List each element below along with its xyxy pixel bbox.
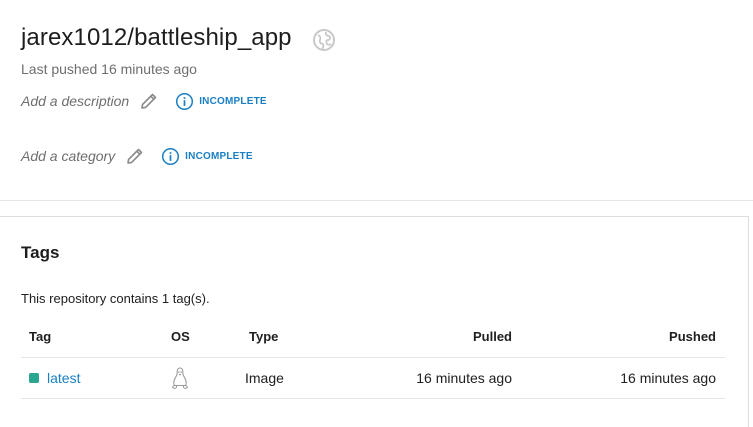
category-row: Add a category INCOMPLETE [21, 145, 253, 167]
edit-category-pencil-icon[interactable] [125, 146, 145, 166]
column-header-pulled[interactable]: Pulled [473, 329, 512, 344]
table-header-divider [21, 357, 725, 358]
table-row-divider [21, 398, 725, 399]
description-row: Add a description INCOMPLETE [21, 90, 267, 112]
last-pushed-text: Last pushed 16 minutes ago [21, 61, 197, 77]
description-status-label: INCOMPLETE [199, 95, 267, 107]
description-incomplete-badge[interactable]: INCOMPLETE [175, 92, 267, 111]
repository-header: jarex1012/battleship_app Last pushed 16 … [0, 0, 753, 201]
description-placeholder: Add a description [21, 93, 130, 109]
tag-link-latest[interactable]: latest [47, 370, 80, 386]
category-status-label: INCOMPLETE [185, 150, 253, 162]
info-icon [176, 92, 194, 110]
info-icon [162, 147, 180, 165]
repository-name: jarex1012/battleship_app [21, 24, 292, 51]
tags-panel [0, 216, 749, 427]
category-placeholder: Add a category [21, 148, 116, 164]
globe-icon [313, 29, 335, 51]
tags-count-text: This repository contains 1 tag(s). [21, 291, 210, 306]
column-header-type[interactable]: Type [249, 329, 278, 344]
tag-status-dot [29, 373, 39, 383]
tags-title: Tags [21, 243, 60, 262]
column-header-tag[interactable]: Tag [29, 329, 51, 344]
tag-pushed-cell: 16 minutes ago [620, 370, 716, 386]
column-header-pushed[interactable]: Pushed [669, 329, 716, 344]
category-incomplete-badge[interactable]: INCOMPLETE [161, 147, 253, 166]
tag-type-cell: Image [245, 370, 284, 386]
edit-description-pencil-icon[interactable] [139, 91, 159, 111]
tag-pulled-cell: 16 minutes ago [416, 370, 512, 386]
column-header-os[interactable]: OS [171, 329, 190, 344]
linux-icon [171, 367, 189, 390]
